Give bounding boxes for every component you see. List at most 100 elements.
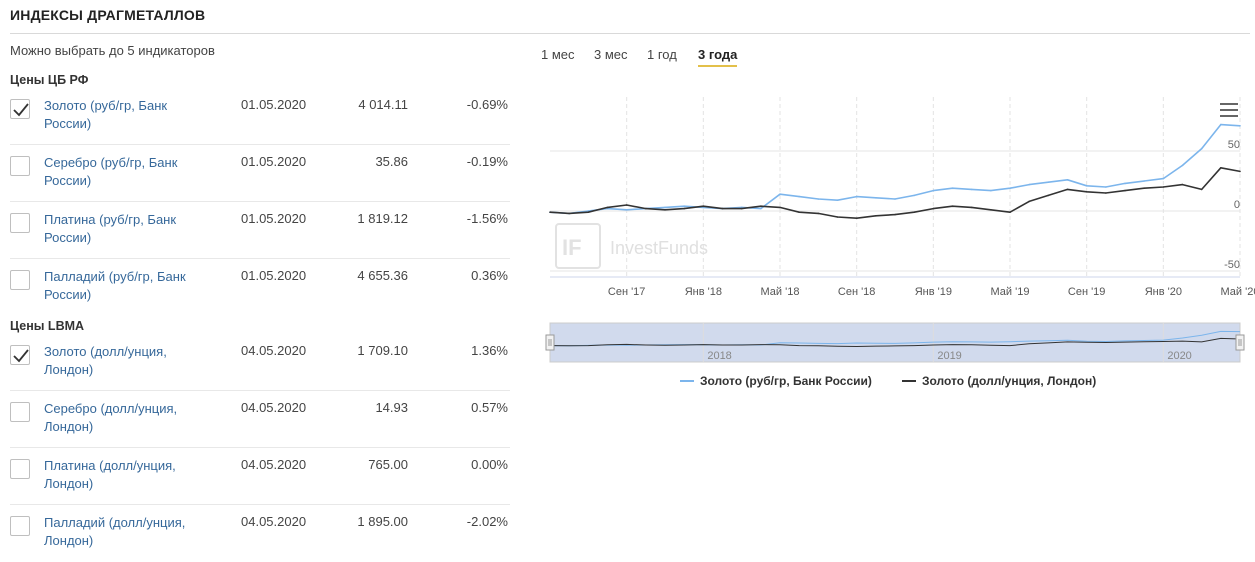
- series-point-2: [1105, 192, 1107, 194]
- series-point-1: [798, 195, 800, 198]
- series-point-1: [1239, 125, 1241, 127]
- navigator-year-label: 2019: [937, 350, 961, 362]
- chart-menu-icon[interactable]: [1220, 103, 1238, 117]
- series-point-1: [970, 188, 973, 191]
- series-point-2: [1085, 191, 1088, 193]
- navigator-handle[interactable]: [1235, 334, 1245, 351]
- series-point-1: [990, 189, 992, 192]
- x-tick-label: Янв '20: [1145, 286, 1182, 298]
- y-tick-label: 0: [1234, 199, 1240, 211]
- x-axis: Сен '17 Янв '18 Май '18 Сен '18 Янв '19 Май '…: [608, 286, 1255, 298]
- navigator-handle[interactable]: [545, 334, 555, 351]
- series-point-1: [1181, 164, 1184, 167]
- series-point-2: [1028, 200, 1030, 203]
- series-point-2: [1124, 189, 1126, 192]
- series-point-2: [990, 209, 992, 211]
- series-point-2: [740, 207, 743, 210]
- series-point-2: [606, 206, 609, 209]
- series-point-1: [1143, 180, 1145, 182]
- x-tick-label: Янв '19: [915, 286, 952, 298]
- chart-series: [549, 123, 1241, 219]
- series-point-1: [1220, 123, 1222, 126]
- x-tick-label: Сен '17: [608, 286, 646, 298]
- series-point-1: [625, 209, 628, 211]
- series-point-2: [702, 205, 705, 207]
- series-point-2: [625, 204, 628, 206]
- y-tick-label: -50: [1224, 259, 1240, 271]
- series-point-2: [1009, 211, 1011, 213]
- watermark-text: InvestFunds: [610, 238, 708, 258]
- x-tick-label: Май '20: [1221, 286, 1255, 298]
- legend-item[interactable]: Золото (долл/унция, Лондон): [902, 374, 1096, 388]
- series-point-2: [1200, 188, 1203, 191]
- series-point-1: [1200, 147, 1203, 150]
- series-point-1: [951, 187, 954, 189]
- series-point-2: [836, 216, 839, 218]
- y-tick-label: 50: [1228, 139, 1240, 151]
- series-point-2: [760, 205, 762, 207]
- navigator-year-label: 2020: [1167, 350, 1191, 362]
- series-point-2: [587, 211, 590, 213]
- navigator-mask: [549, 322, 1241, 363]
- series-point-2: [817, 212, 820, 215]
- series-point-2: [1066, 188, 1069, 191]
- legend-swatch-series-2: [902, 379, 916, 382]
- legend-label: Золото (руб/гр, Банк России): [700, 374, 872, 388]
- x-tick-label: Янв '18: [685, 286, 722, 298]
- series-point-1: [932, 189, 935, 192]
- series-point-1: [1066, 179, 1069, 181]
- series-point-2: [1047, 194, 1050, 197]
- watermark-logo-letters: IF: [562, 235, 582, 260]
- series-point-2: [798, 211, 800, 213]
- series-point-2: [932, 207, 935, 210]
- series-point-1: [1085, 185, 1088, 187]
- series-point-1: [836, 199, 839, 201]
- series-point-2: [894, 213, 896, 216]
- series-point-1: [1028, 183, 1030, 186]
- series-point-1: [779, 193, 781, 195]
- series-point-1: [1009, 187, 1011, 189]
- watermark: IF InvestFunds: [555, 223, 708, 269]
- series-point-2: [549, 211, 551, 213]
- series-point-2: [1162, 186, 1165, 188]
- series-point-1: [913, 194, 915, 197]
- x-tick-label: Сен '18: [838, 286, 876, 298]
- series-point-2: [951, 205, 954, 207]
- series-point-1: [817, 198, 820, 200]
- series-point-1: [683, 205, 685, 207]
- series-point-2: [721, 207, 724, 210]
- series-point-2: [664, 209, 666, 211]
- legend-swatch-series-1: [680, 379, 694, 382]
- series-point-2: [1220, 167, 1222, 169]
- series-point-2: [970, 206, 973, 209]
- series-point-2: [683, 207, 685, 210]
- series-point-1: [855, 195, 858, 198]
- x-tick-label: Сен '19: [1068, 286, 1106, 298]
- series-point-1: [875, 197, 877, 199]
- series-point-2: [645, 207, 647, 210]
- series-point-1: [894, 198, 896, 200]
- series-point-2: [1181, 183, 1184, 186]
- series-point-2: [913, 211, 915, 213]
- series-point-2: [779, 206, 781, 209]
- legend-label: Золото (долл/унция, Лондон): [922, 374, 1097, 388]
- price-chart: IF InvestFunds 50 0 -50 Сен '17 Янв '18 Май '…: [545, 97, 1255, 363]
- series-point-2: [1143, 187, 1145, 189]
- series-point-2: [875, 215, 877, 217]
- series-point-2: [568, 212, 570, 215]
- series-point-1: [1105, 186, 1107, 188]
- legend-item[interactable]: Золото (руб/гр, Банк России): [680, 374, 872, 388]
- series-point-1: [760, 207, 762, 210]
- series-point-1: [1162, 177, 1165, 180]
- x-tick-label: Май '19: [991, 286, 1030, 298]
- series-point-2: [855, 217, 858, 219]
- series-line-1: [549, 123, 1241, 215]
- y-axis: 50 0 -50: [1224, 139, 1240, 271]
- navigator-year-label: 2018: [707, 350, 731, 362]
- series-point-1: [1124, 182, 1126, 185]
- series-point-1: [664, 206, 666, 209]
- series-point-2: [1239, 170, 1241, 173]
- chart-navigator[interactable]: 2018 2019 2020: [545, 322, 1245, 363]
- series-point-1: [1047, 181, 1050, 183]
- x-tick-label: Май '18: [761, 286, 800, 298]
